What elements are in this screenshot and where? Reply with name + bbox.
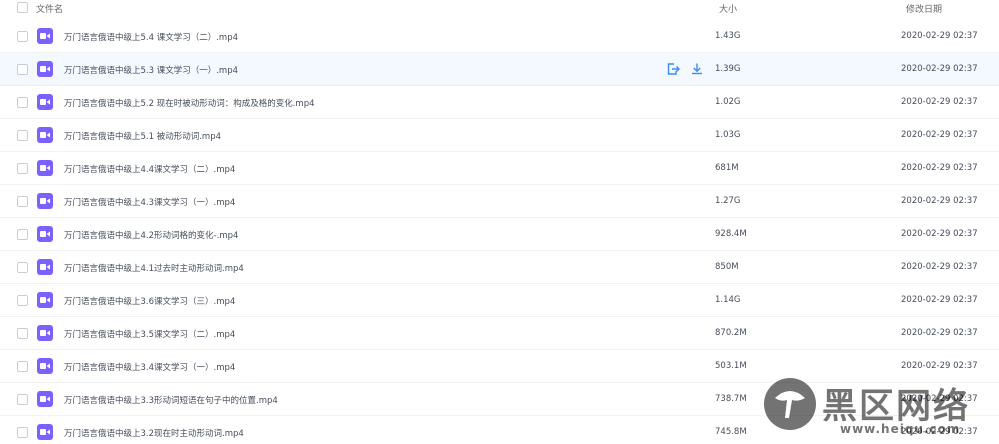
file-date: 2020-02-29 02:37 bbox=[901, 262, 978, 272]
file-row[interactable]: 万门语言俄语中级上5.4 课文学习（二）.mp4 1.43G 2020-02-29 … bbox=[0, 20, 999, 53]
column-header-date[interactable]: 修改日期 bbox=[906, 2, 942, 15]
row-checkbox[interactable] bbox=[17, 229, 28, 240]
file-date: 2020-02-29 02:37 bbox=[901, 163, 978, 173]
row-checkbox[interactable] bbox=[17, 328, 28, 339]
file-size: 1.27G bbox=[715, 196, 741, 206]
file-name[interactable]: 万门语言俄语中级上4.1过去时主动形动词.mp4 bbox=[64, 262, 244, 274]
row-checkbox[interactable] bbox=[17, 196, 28, 207]
video-file-icon bbox=[37, 259, 53, 275]
file-date: 2020-02-29 02:37 bbox=[901, 295, 978, 305]
file-name[interactable]: 万门语言俄语中级上5.4 课文学习（二）.mp4 bbox=[64, 31, 238, 43]
watermark-logo bbox=[764, 378, 816, 430]
row-checkbox[interactable] bbox=[17, 295, 28, 306]
file-name[interactable]: 万门语言俄语中级上3.4课文学习（一）.mp4 bbox=[64, 361, 235, 373]
file-size: 738.7M bbox=[715, 394, 747, 404]
row-checkbox[interactable] bbox=[17, 31, 28, 42]
file-name[interactable]: 万门语言俄语中级上3.5课文学习（二）.mp4 bbox=[64, 328, 235, 340]
file-size: 1.03G bbox=[715, 130, 741, 140]
video-file-icon bbox=[37, 424, 53, 440]
file-row[interactable]: 万门语言俄语中级上5.1 被动形动词.mp4 1.03G 2020-02-29 02… bbox=[0, 119, 999, 152]
row-checkbox[interactable] bbox=[17, 64, 28, 75]
video-file-icon bbox=[37, 292, 53, 308]
download-icon[interactable] bbox=[690, 62, 704, 76]
file-date: 2020-02-29 02:37 bbox=[901, 97, 978, 107]
file-row[interactable]: 万门语言俄语中级上3.5课文学习（二）.mp4 870.2M 2020-02-29 … bbox=[0, 317, 999, 350]
file-name[interactable]: 万门语言俄语中级上4.4课文学习（二）.mp4 bbox=[64, 163, 235, 175]
row-checkbox[interactable] bbox=[17, 262, 28, 273]
file-row[interactable]: 万门语言俄语中级上4.2形动词格的变化-.mp4 928.4M 2020-02-29… bbox=[0, 218, 999, 251]
file-row[interactable]: 万门语言俄语中级上3.6课文学习（三）.mp4 1.14G 2020-02-29 0… bbox=[0, 284, 999, 317]
file-name[interactable]: 万门语言俄语中级上5.3 课文学习（一）.mp4 bbox=[64, 64, 238, 76]
file-date: 2020-02-29 02:37 bbox=[901, 361, 978, 371]
file-size: 1.02G bbox=[715, 97, 741, 107]
video-file-icon bbox=[37, 193, 53, 209]
file-date: 2020-02-29 02:37 bbox=[901, 196, 978, 206]
file-row[interactable]: 万门语言俄语中级上4.1过去时主动形动词.mp4 850M 2020-02-29 0… bbox=[0, 251, 999, 284]
file-size: 1.39G bbox=[715, 64, 741, 74]
column-header-name[interactable]: 文件名 bbox=[36, 2, 63, 15]
file-name[interactable]: 万门语言俄语中级上5.1 被动形动词.mp4 bbox=[64, 130, 221, 142]
file-size: 745.8M bbox=[715, 427, 747, 437]
file-date: 2020-02-29 02:37 bbox=[901, 31, 978, 41]
row-checkbox[interactable] bbox=[17, 427, 28, 438]
file-row[interactable]: 万门语言俄语中级上4.4课文学习（二）.mp4 681M 2020-02-29 02… bbox=[0, 152, 999, 185]
select-all-checkbox[interactable] bbox=[17, 2, 28, 13]
row-checkbox[interactable] bbox=[17, 361, 28, 372]
video-file-icon bbox=[37, 94, 53, 110]
file-size: 870.2M bbox=[715, 328, 747, 338]
file-date: 2020-02-29 02:37 bbox=[901, 328, 978, 338]
file-row[interactable]: 万门语言俄语中级上5.2 现在时被动形动词：构成及格的变化.mp4 1.02G 20… bbox=[0, 86, 999, 119]
file-size: 928.4M bbox=[715, 229, 747, 239]
video-file-icon bbox=[37, 160, 53, 176]
file-size: 1.14G bbox=[715, 295, 741, 305]
file-size: 1.43G bbox=[715, 31, 741, 41]
watermark: 黑区网络 www.heiqu.com bbox=[764, 376, 996, 442]
watermark-url: www.heiqu.com bbox=[840, 422, 961, 436]
video-file-icon bbox=[37, 28, 53, 44]
video-file-icon bbox=[37, 391, 53, 407]
video-file-icon bbox=[37, 358, 53, 374]
file-list-header: 文件名 大小 修改日期 bbox=[0, 0, 999, 17]
row-checkbox[interactable] bbox=[17, 97, 28, 108]
column-header-size[interactable]: 大小 bbox=[719, 2, 737, 15]
file-size: 681M bbox=[715, 163, 739, 173]
row-checkbox[interactable] bbox=[17, 130, 28, 141]
file-size: 503.1M bbox=[715, 361, 747, 371]
file-name[interactable]: 万门语言俄语中级上3.2现在时主动形动词.mp4 bbox=[64, 427, 244, 439]
share-icon[interactable] bbox=[666, 62, 680, 76]
file-date: 2020-02-29 02:37 bbox=[901, 64, 978, 74]
file-date: 2020-02-29 02:37 bbox=[901, 130, 978, 140]
video-file-icon bbox=[37, 61, 53, 77]
video-file-icon bbox=[37, 325, 53, 341]
file-name[interactable]: 万门语言俄语中级上4.3课文学习（一）.mp4 bbox=[64, 196, 235, 208]
file-size: 850M bbox=[715, 262, 739, 272]
video-file-icon bbox=[37, 226, 53, 242]
file-name[interactable]: 万门语言俄语中级上3.3形动词短语在句子中的位置.mp4 bbox=[64, 394, 278, 406]
file-name[interactable]: 万门语言俄语中级上5.2 现在时被动形动词：构成及格的变化.mp4 bbox=[64, 97, 315, 109]
file-row[interactable]: 万门语言俄语中级上4.3课文学习（一）.mp4 1.27G 2020-02-29 0… bbox=[0, 185, 999, 218]
row-checkbox[interactable] bbox=[17, 163, 28, 174]
file-row[interactable]: 万门语言俄语中级上5.3 课文学习（一）.mp4 1.39G 2020-02-29 … bbox=[0, 53, 999, 86]
row-checkbox[interactable] bbox=[17, 394, 28, 405]
file-name[interactable]: 万门语言俄语中级上4.2形动词格的变化-.mp4 bbox=[64, 229, 238, 241]
file-date: 2020-02-29 02:37 bbox=[901, 229, 978, 239]
video-file-icon bbox=[37, 127, 53, 143]
file-name[interactable]: 万门语言俄语中级上3.6课文学习（三）.mp4 bbox=[64, 295, 235, 307]
